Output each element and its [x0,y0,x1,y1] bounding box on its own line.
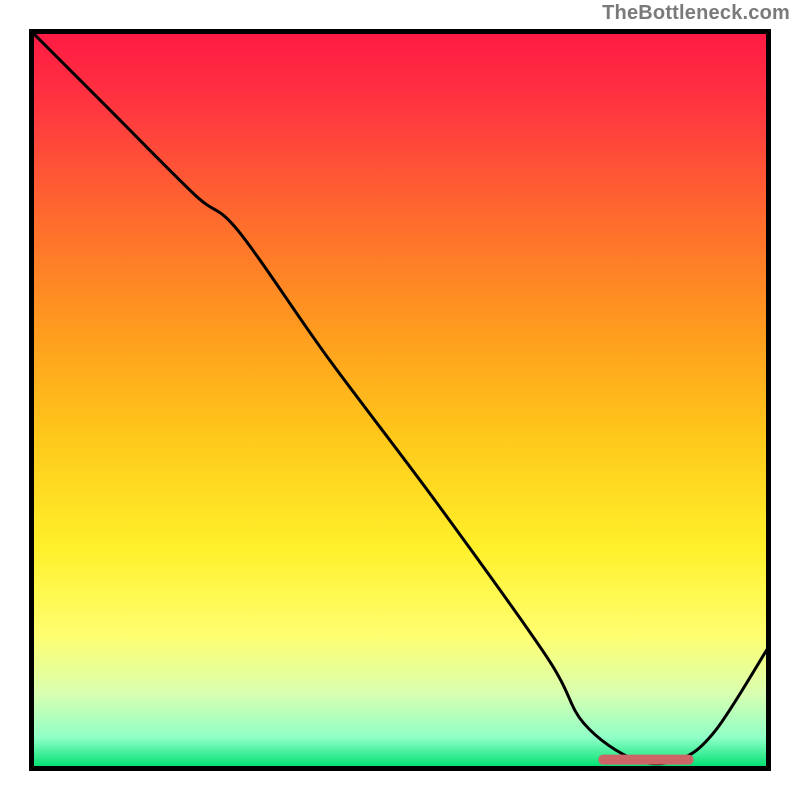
watermark-text: TheBottleneck.com [602,2,790,25]
optimal-range-marker [598,755,693,765]
bottleneck-chart [0,0,800,800]
